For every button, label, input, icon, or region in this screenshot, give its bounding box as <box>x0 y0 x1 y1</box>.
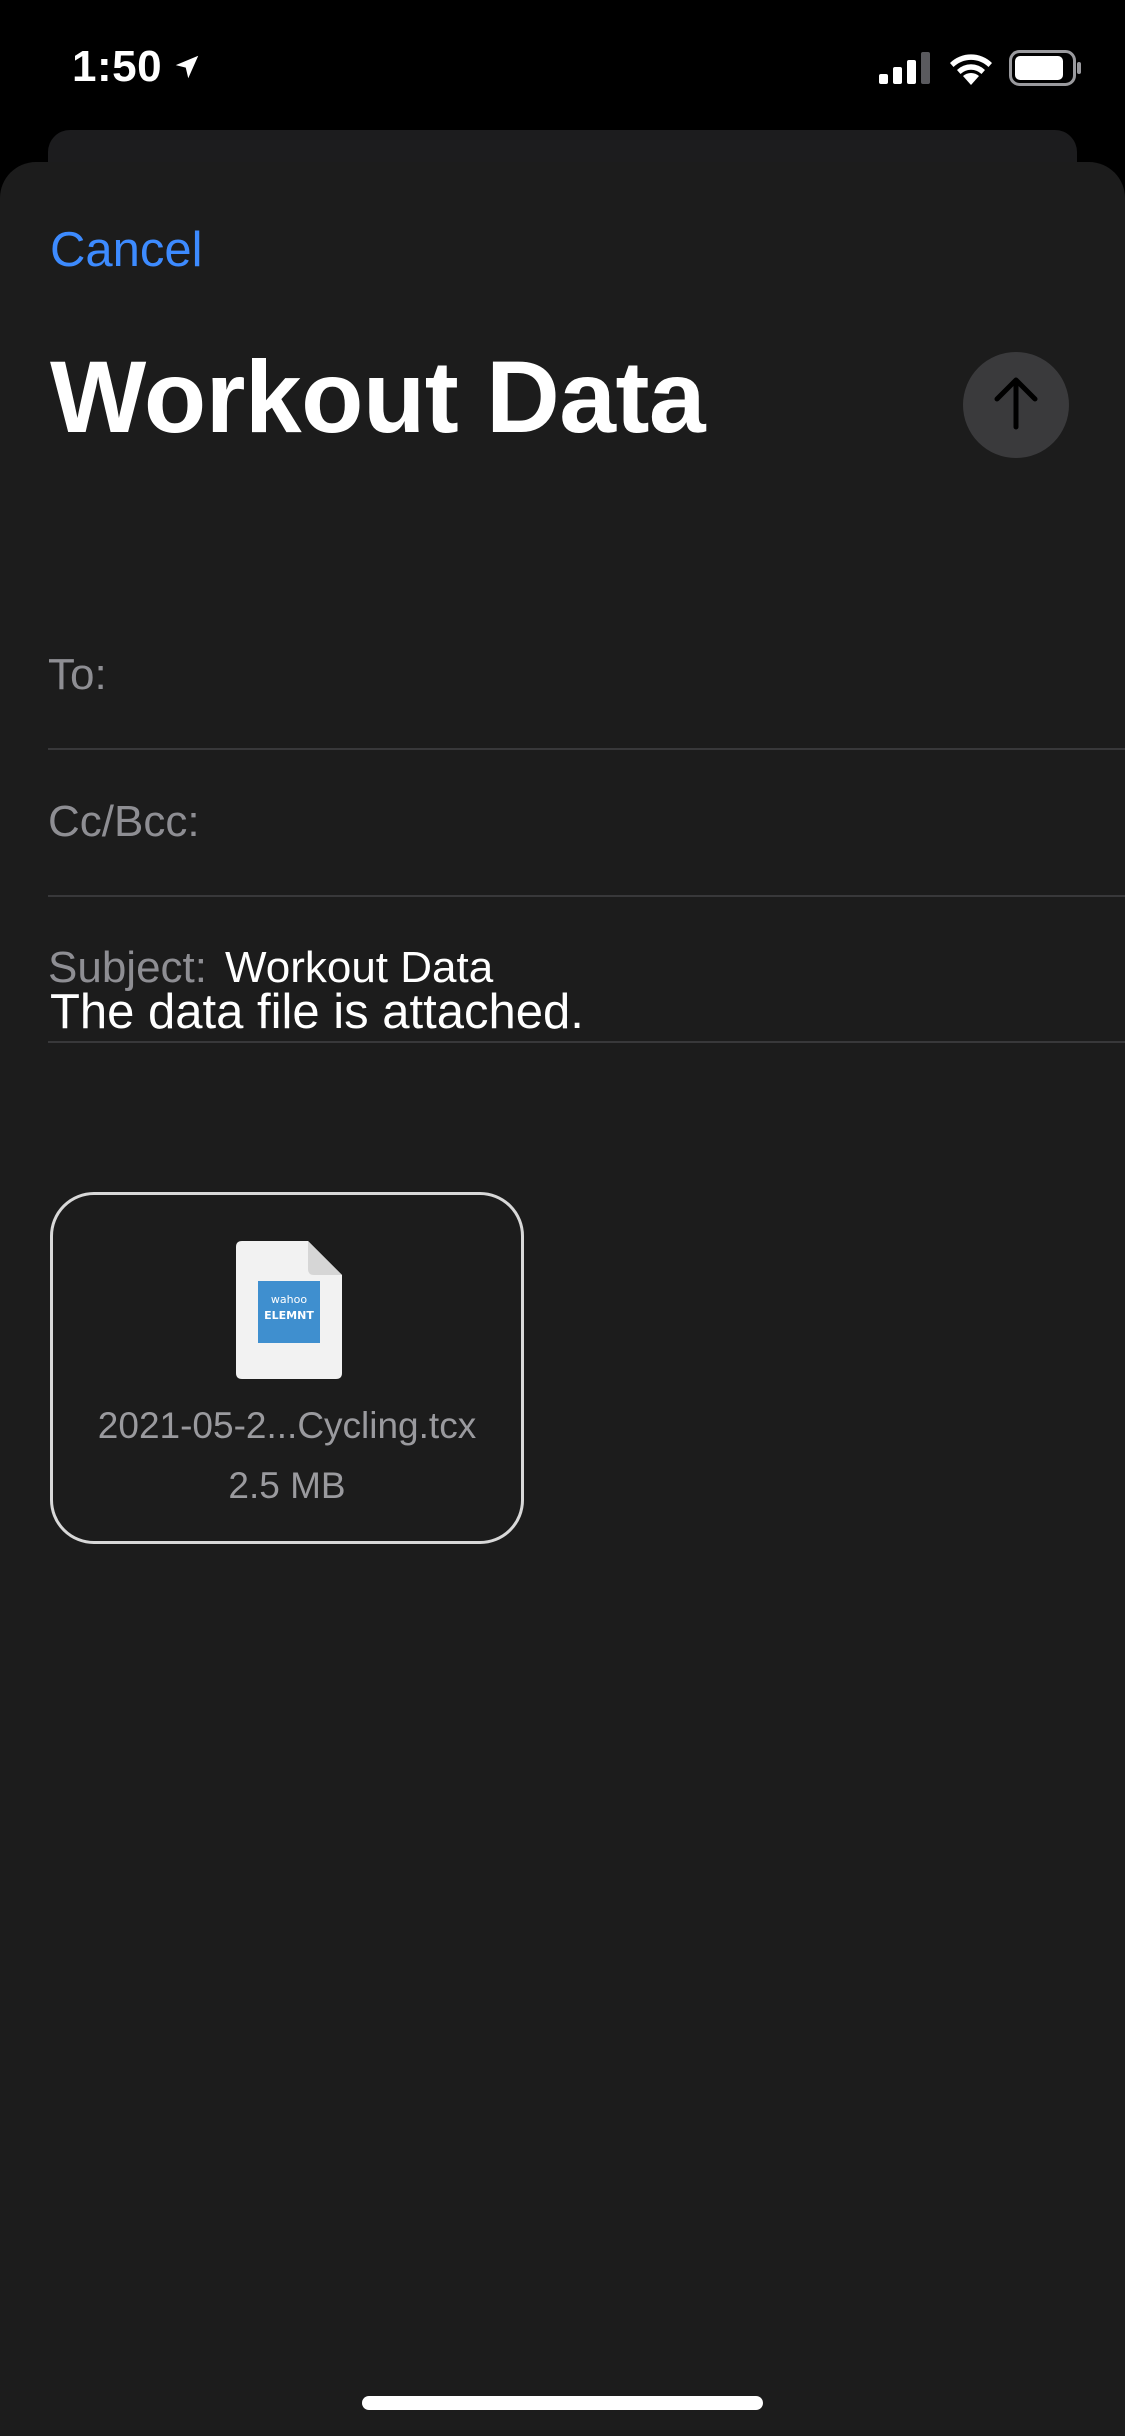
svg-text:ELEMNT: ELEMNT <box>264 1309 314 1322</box>
status-bar: 1:50 <box>0 0 1125 130</box>
send-button[interactable] <box>963 352 1069 458</box>
compose-sheet: Cancel Workout Data To: Cc/Bcc: Subject:… <box>0 162 1125 2436</box>
attachment-tile[interactable]: wahoo ELEMNT 2021-05-2...Cycling.tcx 2.5… <box>50 1192 524 1544</box>
status-time-group: 1:50 <box>72 42 202 92</box>
tcx-file-icon: wahoo ELEMNT <box>236 1241 342 1379</box>
attachment-file-size: 2.5 MB <box>228 1465 346 1506</box>
compose-title: Workout Data <box>50 340 706 454</box>
svg-text:wahoo: wahoo <box>271 1293 307 1306</box>
cc-bcc-label: Cc/Bcc: <box>48 797 200 846</box>
cancel-button[interactable]: Cancel <box>50 222 203 278</box>
to-field-row[interactable]: To: <box>48 602 1125 750</box>
home-indicator[interactable] <box>362 2396 763 2410</box>
wifi-icon <box>947 51 995 85</box>
location-arrow-icon <box>172 52 202 82</box>
to-label: To: <box>48 650 107 699</box>
status-icons <box>879 50 1083 86</box>
attachment-file-name: 2021-05-2...Cycling.tcx <box>97 1405 477 1446</box>
battery-icon <box>1009 50 1083 86</box>
message-body[interactable]: The data file is attached. <box>50 984 584 1040</box>
status-time: 1:50 <box>72 42 163 91</box>
cellular-signal-icon <box>879 52 933 84</box>
cc-bcc-field-row[interactable]: Cc/Bcc: <box>48 749 1125 897</box>
arrow-up-icon <box>991 375 1041 436</box>
